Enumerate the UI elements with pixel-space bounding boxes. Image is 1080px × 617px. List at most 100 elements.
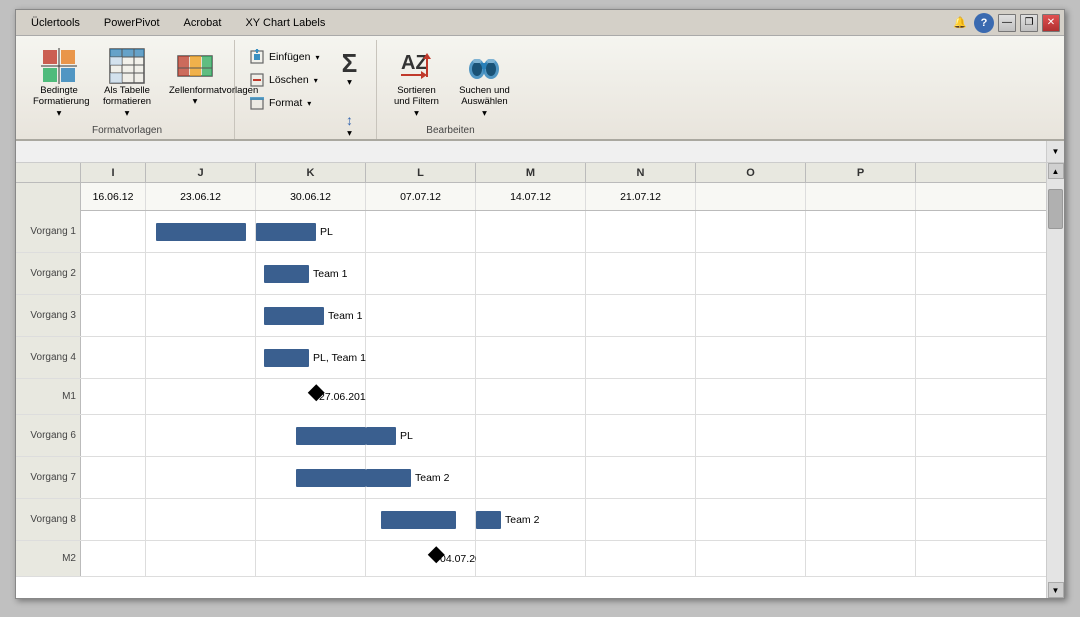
table-row: Vorgang 6 PL <box>16 415 1046 457</box>
spreadsheet: I J K L M N O P 16.06.12 23.06.12 30.06.… <box>16 163 1064 598</box>
sort-small-button[interactable]: ↕ ▾ <box>334 109 364 142</box>
sort-small-icon: ↕ <box>346 112 353 128</box>
cell-1-J <box>146 211 256 252</box>
scroll-down-button[interactable]: ▼ <box>1048 582 1064 598</box>
row-label-8: Vorgang 8 <box>16 499 81 540</box>
cell-7-M <box>476 457 586 498</box>
cell-2-L <box>366 253 476 294</box>
col-header-I: I <box>81 163 146 182</box>
cell-M2-M <box>476 541 586 576</box>
cell-8-N <box>586 499 696 540</box>
sigma-button[interactable]: Σ ▾ <box>330 46 368 91</box>
table-row: Vorgang 3 Team 1 <box>16 295 1046 337</box>
scrollbar-track <box>1047 179 1064 582</box>
bedingte-formatierung-button[interactable]: BedingteFormatierung ▾ <box>28 44 90 122</box>
cell-4-N <box>586 337 696 378</box>
loeschen-icon <box>248 72 266 88</box>
svg-text:AZ: AZ <box>401 52 428 74</box>
ribbon-tab-powerpivot[interactable]: PowerPivot <box>93 12 171 34</box>
gantt-bar-2 <box>264 265 309 283</box>
sort-small-label: ▾ <box>347 128 352 139</box>
einfuegen-button[interactable]: Einfügen ▾ <box>243 46 324 68</box>
excel-window: ÜclertoolsPowerPivotAcrobatXY Chart Labe… <box>15 9 1065 599</box>
milestone-label-M1: 27.06.2012 <box>319 391 372 403</box>
restore-button[interactable]: ❐ <box>1020 14 1038 32</box>
cell-M2-K <box>256 541 366 576</box>
suchen-auswaehlen-button[interactable]: Suchen undAuswählen ▾ <box>453 44 515 122</box>
cell-4-J <box>146 337 256 378</box>
cell-8-L <box>366 499 476 540</box>
sortieren-filtern-button[interactable]: AZ Sortierenund Filtern ▾ <box>385 44 447 122</box>
vertical-scrollbar[interactable]: ▲ ▼ <box>1046 163 1064 598</box>
ribbon-tab-üclertools[interactable]: Üclertools <box>20 12 91 34</box>
format-label: Format <box>269 97 302 109</box>
cell-M1-P <box>806 379 916 414</box>
help-icon[interactable]: ? <box>974 13 994 33</box>
cell-1-M <box>476 211 586 252</box>
table-row: M1 27.06.2012 <box>16 379 1046 415</box>
cell-2-O <box>696 253 806 294</box>
cell-M2-L: 04.07.2012 <box>366 541 476 576</box>
row-label-1: Vorgang 1 <box>16 211 81 252</box>
bearbeiten-label: Bearbeiten <box>385 123 515 139</box>
zellenformatvorlagen-button[interactable]: Zellenformatvorlagen▾ <box>164 44 226 111</box>
cell-7-N <box>586 457 696 498</box>
cell-1-O <box>696 211 806 252</box>
zellenformatvorlagen-icon <box>176 47 214 85</box>
gantt-bar-8a <box>381 511 456 529</box>
cell-M2-I <box>81 541 146 576</box>
scroll-up-button[interactable]: ▲ <box>1048 163 1064 179</box>
cell-M1-L <box>366 379 476 414</box>
date-cell-5: 14.07.12 <box>476 183 586 210</box>
col-header-N: N <box>586 163 696 182</box>
gantt-label-2: Team 1 <box>313 268 347 280</box>
table-row: M2 04.07.2012 <box>16 541 1046 577</box>
row-label-M2: M2 <box>16 541 81 576</box>
cell-6-P <box>806 415 916 456</box>
date-cell-6: 21.07.12 <box>586 183 696 210</box>
date-cell-4: 07.07.12 <box>366 183 476 210</box>
table-row: Vorgang 2 Team 1 <box>16 253 1046 295</box>
ribbon-tab-acrobat[interactable]: Acrobat <box>173 12 233 34</box>
cell-2-K: Team 1 <box>256 253 366 294</box>
gantt-label-6: PL <box>400 430 413 442</box>
cell-7-J <box>146 457 256 498</box>
ribbon-group-zellen: Einfügen ▾ Löschen ▾ <box>235 40 377 139</box>
cell-1-N <box>586 211 696 252</box>
col-header-J: J <box>146 163 256 182</box>
cell-4-M <box>476 337 586 378</box>
cell-M1-J <box>146 379 256 414</box>
als-tabelle-label: Als Tabelleformatieren ▾ <box>101 85 153 119</box>
gantt-bar-7a <box>296 469 366 487</box>
header-spacer <box>16 163 81 182</box>
ribbon-tab-xy-chart-labels[interactable]: XY Chart Labels <box>234 12 336 34</box>
cell-4-L <box>366 337 476 378</box>
formula-bar-scroll[interactable]: ▼ <box>1046 141 1064 162</box>
cell-M2-O <box>696 541 806 576</box>
formula-bar: ▼ <box>16 141 1064 163</box>
bedingte-formatierung-icon <box>40 47 78 85</box>
gantt-bar-6a <box>296 427 366 445</box>
format-button[interactable]: Format ▾ <box>243 92 324 114</box>
scrollbar-thumb[interactable] <box>1048 189 1063 229</box>
cell-6-N <box>586 415 696 456</box>
date-cell-2: 23.06.12 <box>146 183 256 210</box>
minimize-button[interactable]: — <box>998 14 1016 32</box>
suchen-auswaehlen-label: Suchen undAuswählen ▾ <box>458 85 510 119</box>
row-label-M1: M1 <box>16 379 81 414</box>
cell-3-L <box>366 295 476 336</box>
cell-M1-M <box>476 379 586 414</box>
row-label-6: Vorgang 6 <box>16 415 81 456</box>
als-tabelle-button[interactable]: Als Tabelleformatieren ▾ <box>96 44 158 122</box>
table-row: Vorgang 7 Team 2 <box>16 457 1046 499</box>
cell-7-K <box>256 457 366 498</box>
sigma-icon: Σ <box>335 49 363 77</box>
suchen-auswaehlen-icon <box>465 47 503 85</box>
cell-M1-O <box>696 379 806 414</box>
format-arrow: ▾ <box>307 99 311 108</box>
gantt-bar-7b <box>366 469 411 487</box>
loeschen-button[interactable]: Löschen ▾ <box>243 69 324 91</box>
close-button[interactable]: ✕ <box>1042 14 1060 32</box>
bell-icon[interactable]: 🔔 <box>950 13 970 33</box>
cell-1-P <box>806 211 916 252</box>
